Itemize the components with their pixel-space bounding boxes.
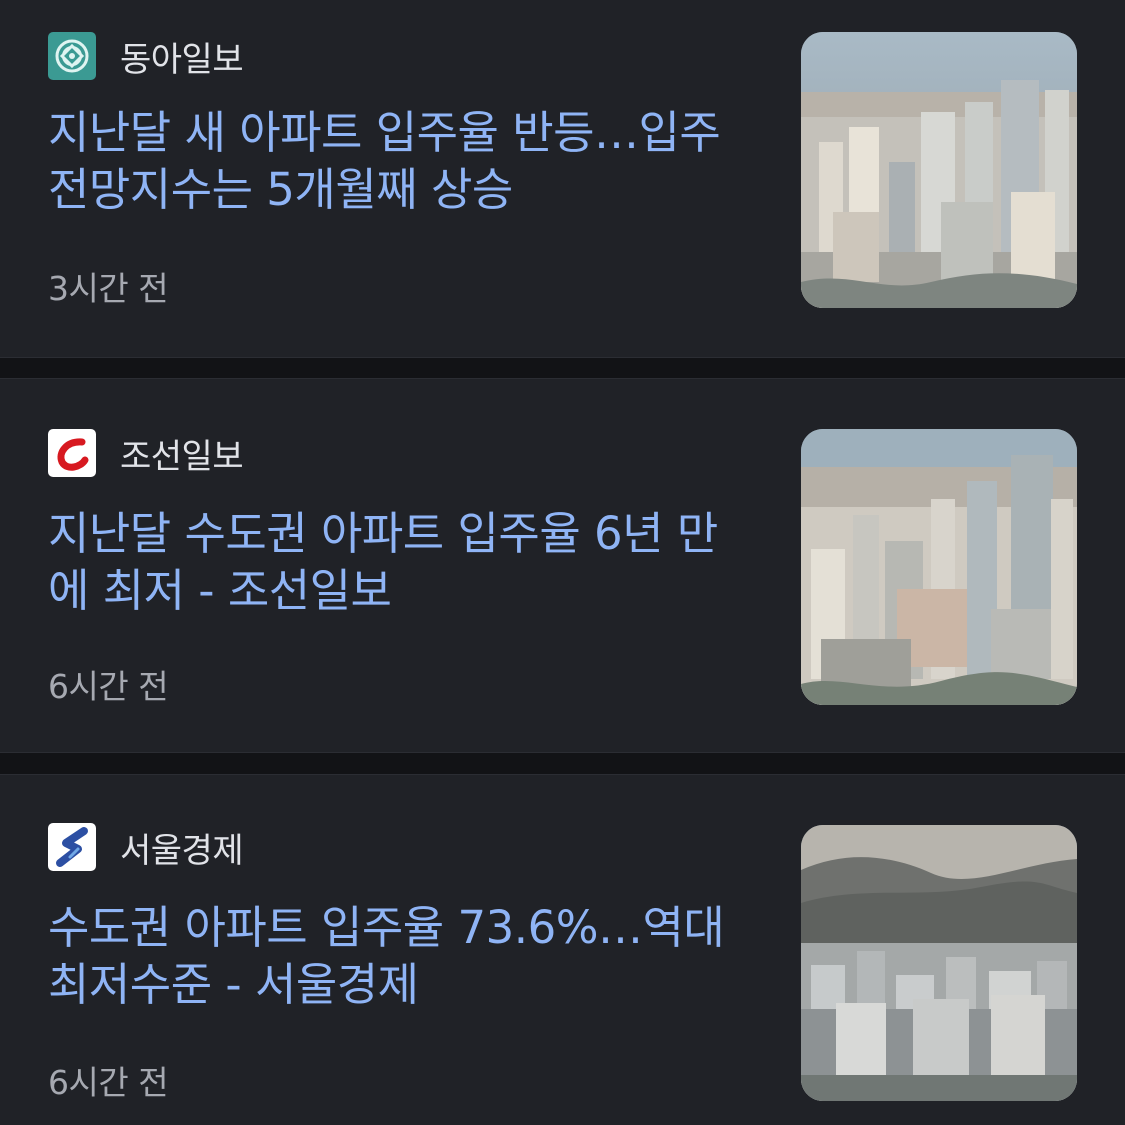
article-headline[interactable]: 지난달 새 아파트 입주율 반등…입주 전망지수는 5개월째 상승: [48, 104, 748, 218]
news-article-card[interactable]: 조선일보 지난달 수도권 아파트 입주율 6년 만에 최저 - 조선일보 6시간…: [0, 378, 1125, 753]
source-row: 서울경제: [48, 823, 244, 871]
source-name: 서울경제: [120, 830, 244, 871]
article-time: 6시간 전: [48, 667, 169, 706]
source-name: 동아일보: [120, 39, 244, 80]
city-apartments-thumbnail[interactable]: [801, 825, 1077, 1101]
sedaily-logo-icon: [48, 823, 96, 871]
source-name: 조선일보: [120, 436, 244, 477]
source-row: 조선일보: [48, 429, 244, 477]
news-feed: 동아일보 지난달 새 아파트 입주율 반등…입주 전망지수는 5개월째 상승 3…: [0, 0, 1125, 1125]
chosun-logo-icon: [48, 429, 96, 477]
donga-logo-icon: [48, 32, 96, 80]
article-headline[interactable]: 수도권 아파트 입주율 73.6%…역대 최저수준 - 서울경제: [48, 899, 748, 1013]
news-article-card[interactable]: 동아일보 지난달 새 아파트 입주율 반등…입주 전망지수는 5개월째 상승 3…: [0, 0, 1125, 358]
article-headline[interactable]: 지난달 수도권 아파트 입주율 6년 만에 최저 - 조선일보: [48, 505, 748, 619]
city-apartments-thumbnail[interactable]: [801, 429, 1077, 705]
article-time: 6시간 전: [48, 1063, 169, 1102]
news-article-card[interactable]: 서울경제 수도권 아파트 입주율 73.6%…역대 최저수준 - 서울경제 6시…: [0, 774, 1125, 1125]
source-row: 동아일보: [48, 32, 244, 80]
city-apartments-thumbnail[interactable]: [801, 32, 1077, 308]
article-time: 3시간 전: [48, 269, 169, 308]
